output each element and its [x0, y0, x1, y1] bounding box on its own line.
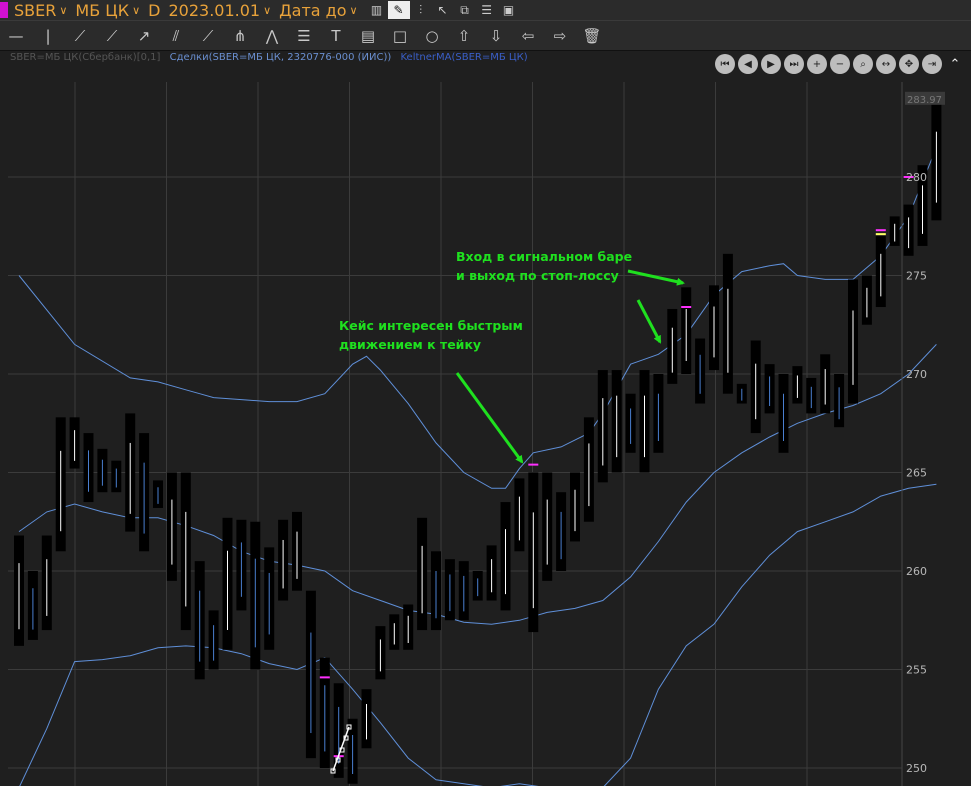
instrument-color-swatch[interactable]	[0, 2, 8, 18]
y-tick-label: 270	[906, 368, 927, 381]
y-tick-label: 250	[906, 762, 927, 775]
cursor-icon[interactable]: ↖	[432, 1, 454, 19]
arrow-right-icon[interactable]: ⇨	[544, 23, 576, 49]
fan-icon[interactable]: ⋀	[256, 23, 288, 49]
annotation-arrow	[636, 299, 662, 344]
scroll-left-icon[interactable]: ◀	[738, 54, 758, 74]
date-mode-label: Дата до	[279, 0, 347, 20]
chevron-down-icon: ∨	[349, 3, 358, 17]
layout-icon[interactable]: ▥	[366, 1, 388, 19]
trash-icon[interactable]: 🗑	[576, 23, 608, 49]
arrow-down-icon[interactable]: ⇩	[480, 23, 512, 49]
annotation-text: Вход в сигнальном баре	[456, 249, 632, 264]
keltner-lower-band	[19, 483, 937, 786]
top-toolbar: SBER ∨ МБ ЦК ∨ D 2023.01.01 ∨ Дата до ∨ ▥ ✎ …	[0, 0, 971, 21]
ticker-select[interactable]: SBER ∨	[14, 1, 67, 20]
price-bars	[14, 102, 942, 784]
y-tick-label: 280	[906, 171, 927, 184]
chart-legend: SBER=МБ ЦК(Сбербанк)[0,1] Сделки(SBER=МБ…	[10, 52, 528, 63]
channel-icon[interactable]: ⫽	[160, 23, 192, 49]
arrow-left-icon[interactable]: ⇦	[512, 23, 544, 49]
rectangle-icon[interactable]: □	[384, 23, 416, 49]
zoom-out-icon[interactable]: −	[830, 54, 850, 74]
label-icon[interactable]: ▤	[352, 23, 384, 49]
price-chart[interactable]: 250 255 260 265 270 275 280 283.97 Вход в сигна…	[0, 51, 971, 786]
annotation-text: и выход по стоп-лоссу	[456, 268, 619, 283]
chart-navigation: ⏮ ◀ ▶ ⏭ + − ⌕ ↔ ✥ ⇥ ⌃	[715, 54, 965, 74]
y-tick-label: 265	[906, 467, 927, 480]
annotation-text: движением к тейку	[339, 337, 481, 352]
arrow-icon[interactable]: ↗	[128, 23, 160, 49]
collapse-up-icon[interactable]: ⌃	[945, 54, 965, 74]
drawing-toolbar: — | ⟋ ⟋ ↗ ⫽ ⟋ ⋔ ⋀ ☰ T ▤ □ ○ ⇧ ⇩ ⇦ ⇨ 🗑	[0, 21, 971, 51]
bars-style-icon[interactable]: ⫶	[410, 1, 432, 19]
histogram-icon[interactable]: ☰	[476, 1, 498, 19]
expand-horizontal-icon[interactable]: ↔	[876, 54, 896, 74]
y-tick-label: 275	[906, 270, 927, 283]
annotation-arrow	[455, 372, 524, 464]
date-select[interactable]: 2023.01.01 ∨	[168, 1, 271, 20]
ellipse-icon[interactable]: ○	[416, 23, 448, 49]
arrow-up-icon[interactable]: ⇧	[448, 23, 480, 49]
zoom-in-icon[interactable]: +	[807, 54, 827, 74]
timeframe-select[interactable]: D	[148, 1, 160, 20]
vertical-line-icon[interactable]: |	[32, 23, 64, 49]
regression-icon[interactable]: ⟋	[192, 23, 224, 49]
annotation-text: Кейс интересен быстрым	[339, 318, 523, 333]
ray-icon[interactable]: ⟋	[96, 23, 128, 49]
legend-instrument: SBER=МБ ЦК(Сбербанк)[0,1]	[10, 52, 161, 63]
trade-icon[interactable]: ▣	[498, 1, 520, 19]
go-last-icon[interactable]: ⇥	[922, 54, 942, 74]
date-label: 2023.01.01	[168, 0, 261, 20]
text-tool-icon[interactable]: T	[320, 23, 352, 49]
chevron-down-icon: ∨	[59, 3, 68, 17]
keltner-bands	[18, 147, 937, 786]
scroll-right-icon[interactable]: ▶	[761, 54, 781, 74]
fibonacci-icon[interactable]: ☰	[288, 23, 320, 49]
board-label: МБ ЦК	[75, 0, 130, 20]
date-mode-select[interactable]: Дата до ∨	[279, 1, 357, 20]
trend-line-icon[interactable]: ⟋	[64, 23, 96, 49]
scroll-end-icon[interactable]: ⏭	[784, 54, 804, 74]
pitchfork-icon[interactable]: ⋔	[224, 23, 256, 49]
annotation-arrow	[627, 269, 685, 286]
last-price-label: 283.97	[907, 95, 942, 106]
ticker-label: SBER	[14, 0, 57, 20]
scroll-start-icon[interactable]: ⏮	[715, 54, 735, 74]
legend-indicator: KeltnerMA(SBER=МБ ЦК)	[400, 52, 528, 63]
y-tick-label: 260	[906, 565, 927, 578]
chevron-down-icon: ∨	[132, 3, 141, 17]
zoom-fit-icon[interactable]: ⌕	[853, 54, 873, 74]
horizontal-line-icon[interactable]: —	[0, 23, 32, 49]
board-select[interactable]: МБ ЦК ∨	[75, 1, 140, 20]
legend-deals: Сделки(SBER=МБ ЦК, 2320776-000 (ИИС))	[169, 52, 392, 63]
pencil-icon[interactable]: ✎	[387, 1, 410, 19]
chevron-down-icon: ∨	[263, 3, 272, 17]
timeframe-label: D	[148, 0, 161, 20]
indicator-icon[interactable]: ⧉	[454, 1, 476, 19]
y-tick-label: 255	[906, 664, 927, 677]
expand-both-icon[interactable]: ✥	[899, 54, 919, 74]
